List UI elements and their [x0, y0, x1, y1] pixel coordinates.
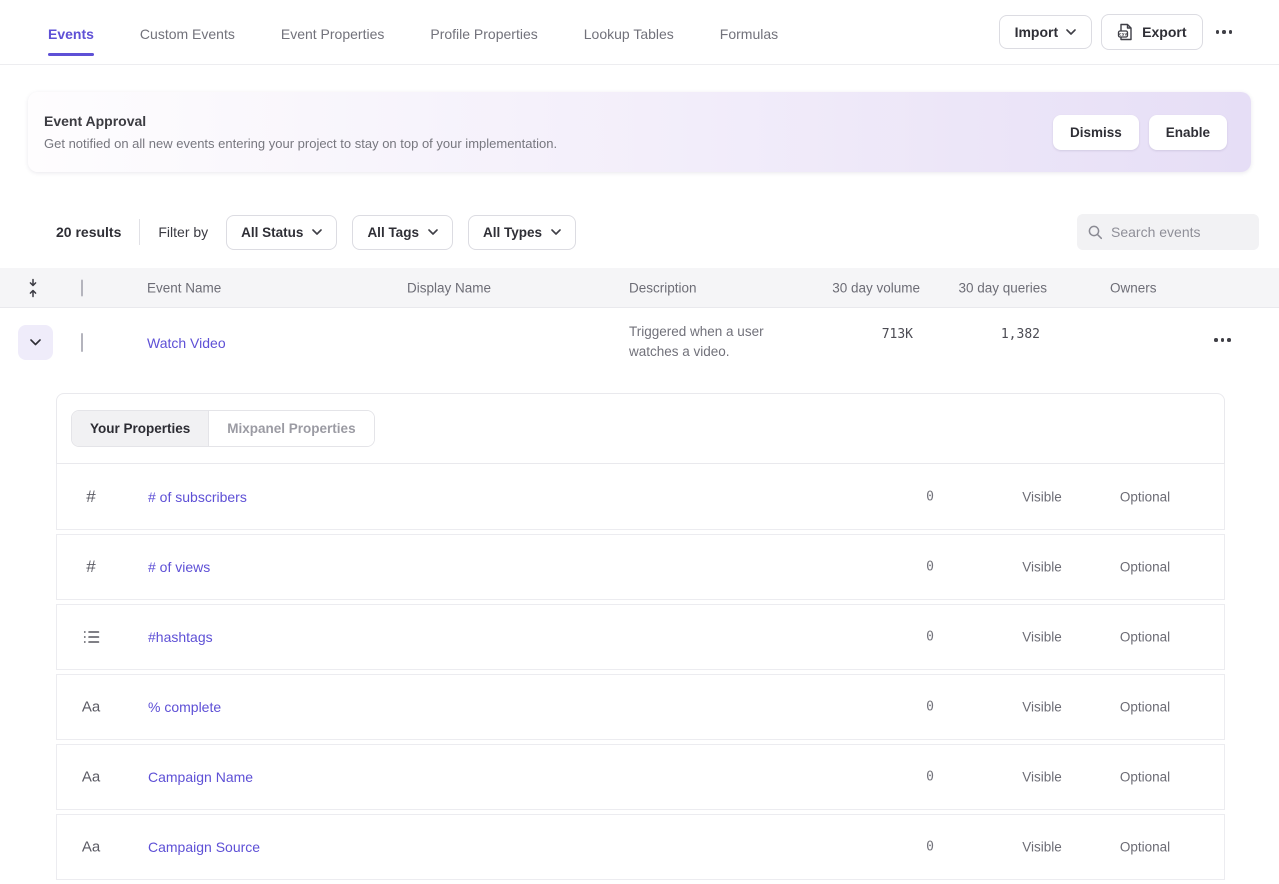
search-box[interactable]	[1077, 214, 1259, 250]
property-volume: 0	[809, 770, 934, 785]
import-button[interactable]: Import	[999, 15, 1093, 49]
list-type-icon	[77, 629, 105, 645]
search-input[interactable]	[1111, 224, 1241, 240]
collapse-rows-icon[interactable]	[27, 278, 39, 297]
property-visibility[interactable]: Visible	[992, 489, 1092, 504]
svg-text:csv: csv	[1119, 33, 1128, 38]
properties-panel-header: Your Properties Mixpanel Properties	[56, 393, 1225, 464]
event-description: Triggered when a user watches a video.	[629, 322, 764, 362]
column-event-name: Event Name	[147, 280, 221, 295]
property-row: # # of subscribers 0 Visible Optional	[56, 464, 1225, 530]
search-icon	[1087, 224, 1103, 240]
property-volume: 0	[809, 700, 934, 715]
row-more-options-icon[interactable]	[1210, 332, 1235, 348]
column-volume: 30 day volume	[795, 280, 920, 295]
export-button-label: Export	[1142, 24, 1186, 40]
properties-panel: Your Properties Mixpanel Properties # # …	[56, 393, 1225, 880]
property-requirement[interactable]: Optional	[1095, 700, 1195, 715]
property-requirement[interactable]: Optional	[1095, 840, 1195, 855]
property-requirement[interactable]: Optional	[1095, 560, 1195, 575]
results-count: 20 results	[56, 224, 121, 240]
tab-profile-properties[interactable]: Profile Properties	[430, 22, 537, 42]
property-name-link[interactable]: # of views	[148, 559, 210, 575]
export-button[interactable]: csv Export	[1101, 14, 1202, 50]
tab-formulas[interactable]: Formulas	[720, 22, 778, 42]
tags-filter-label: All Tags	[367, 225, 419, 240]
chevron-down-icon	[30, 339, 41, 346]
collapse-row-button[interactable]	[18, 325, 53, 360]
property-visibility[interactable]: Visible	[992, 700, 1092, 715]
property-requirement[interactable]: Optional	[1095, 770, 1195, 785]
number-type-icon: #	[77, 487, 105, 507]
top-navigation: Events Custom Events Event Properties Pr…	[0, 0, 1279, 65]
events-table-header: Event Name Display Name Description 30 d…	[0, 268, 1279, 308]
tags-filter-dropdown[interactable]: All Tags	[352, 215, 453, 250]
property-name-link[interactable]: #hashtags	[148, 629, 213, 645]
property-visibility[interactable]: Visible	[992, 770, 1092, 785]
property-visibility[interactable]: Visible	[992, 840, 1092, 855]
dismiss-button[interactable]: Dismiss	[1053, 115, 1139, 150]
chevron-down-icon	[312, 229, 322, 235]
chevron-down-icon	[428, 229, 438, 235]
lexicon-tabs: Events Custom Events Event Properties Pr…	[48, 22, 999, 42]
tab-custom-events[interactable]: Custom Events	[140, 22, 235, 42]
property-row: Aa % complete 0 Visible Optional	[56, 674, 1225, 740]
property-row: #hashtags 0 Visible Optional	[56, 604, 1225, 670]
property-row: Aa Campaign Name 0 Visible Optional	[56, 744, 1225, 810]
select-all-checkbox[interactable]	[81, 279, 83, 296]
filter-by-label: Filter by	[158, 224, 208, 240]
row-checkbox[interactable]	[81, 333, 83, 352]
column-queries: 30 day queries	[922, 280, 1047, 295]
property-volume: 0	[809, 840, 934, 855]
text-type-icon: Aa	[77, 839, 105, 856]
banner-title: Event Approval	[44, 113, 1043, 129]
status-filter-dropdown[interactable]: All Status	[226, 215, 337, 250]
column-owners: Owners	[1110, 280, 1157, 295]
property-visibility[interactable]: Visible	[992, 560, 1092, 575]
banner-text: Event Approval Get notified on all new e…	[44, 113, 1043, 151]
property-volume: 0	[809, 560, 934, 575]
property-visibility[interactable]: Visible	[992, 630, 1092, 645]
banner-subtitle: Get notified on all new events entering …	[44, 136, 1043, 151]
import-button-label: Import	[1015, 24, 1059, 40]
tab-your-properties[interactable]: Your Properties	[72, 411, 209, 446]
property-row: # # of views 0 Visible Optional	[56, 534, 1225, 600]
chevron-down-icon	[551, 229, 561, 235]
tab-events[interactable]: Events	[48, 22, 94, 42]
property-row: Aa Campaign Source 0 Visible Optional	[56, 814, 1225, 880]
event-row: Watch Video Triggered when a user watche…	[0, 308, 1279, 378]
enable-button[interactable]: Enable	[1149, 115, 1227, 150]
property-name-link[interactable]: # of subscribers	[148, 489, 247, 505]
nav-actions: Import csv Export	[999, 14, 1236, 50]
chevron-down-icon	[1066, 29, 1076, 35]
property-name-link[interactable]: Campaign Name	[148, 769, 253, 785]
tab-event-properties[interactable]: Event Properties	[281, 22, 385, 42]
property-name-link[interactable]: % complete	[148, 699, 221, 715]
toolbar-divider	[139, 219, 140, 245]
property-requirement[interactable]: Optional	[1095, 630, 1195, 645]
filter-toolbar: 20 results Filter by All Status All Tags…	[0, 196, 1279, 268]
types-filter-dropdown[interactable]: All Types	[468, 215, 576, 250]
event-approval-banner: Event Approval Get notified on all new e…	[28, 92, 1251, 172]
text-type-icon: Aa	[77, 699, 105, 716]
more-options-icon[interactable]	[1212, 24, 1237, 40]
types-filter-label: All Types	[483, 225, 542, 240]
tab-mixpanel-properties[interactable]: Mixpanel Properties	[209, 411, 373, 446]
status-filter-label: All Status	[241, 225, 303, 240]
property-requirement[interactable]: Optional	[1095, 489, 1195, 504]
text-type-icon: Aa	[77, 769, 105, 786]
csv-file-icon: csv	[1117, 23, 1134, 41]
event-queries: 1,382	[915, 327, 1040, 342]
property-volume: 0	[809, 630, 934, 645]
number-type-icon: #	[77, 557, 105, 577]
property-volume: 0	[809, 489, 934, 504]
column-display-name: Display Name	[407, 280, 491, 295]
tab-lookup-tables[interactable]: Lookup Tables	[584, 22, 674, 42]
column-description: Description	[629, 280, 697, 295]
property-name-link[interactable]: Campaign Source	[148, 839, 260, 855]
properties-tab-switcher: Your Properties Mixpanel Properties	[71, 410, 375, 447]
event-name-link[interactable]: Watch Video	[147, 335, 226, 351]
event-volume: 713K	[788, 327, 913, 342]
